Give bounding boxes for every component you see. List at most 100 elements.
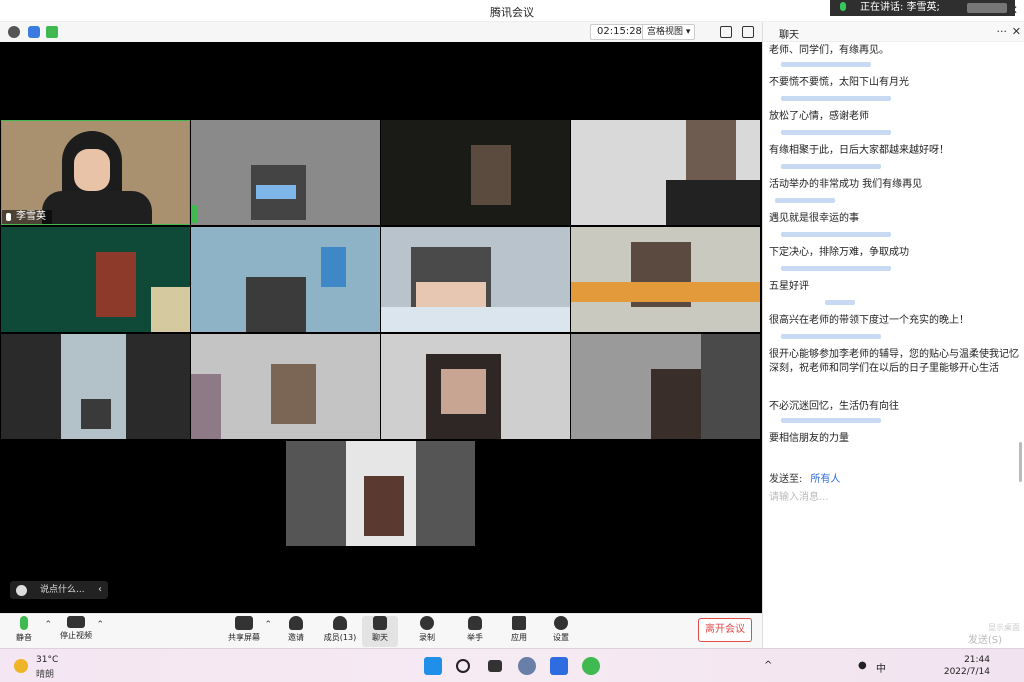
ime-indicator[interactable]: 中 <box>876 660 886 675</box>
gear-icon <box>554 616 568 630</box>
video-tile[interactable] <box>1 227 190 332</box>
video-tile[interactable] <box>381 227 570 332</box>
chat-icon <box>373 616 387 630</box>
send-button[interactable]: 发送(S) <box>968 631 1002 646</box>
chat-scrollbar[interactable] <box>1019 442 1022 482</box>
taskbar: 31°C 晴朗 ^ ● 中 21:44 2022/7/14 <box>0 648 1024 682</box>
chevron-down-icon: ▾ <box>685 27 691 37</box>
record-button[interactable]: 录制 <box>409 616 445 643</box>
settings-app-icon[interactable] <box>518 657 536 675</box>
clock-date: 2022/7/14 <box>943 667 990 677</box>
recipient-selector[interactable]: 所有人 <box>810 474 840 485</box>
video-tile[interactable] <box>571 334 760 439</box>
raise-hand-label: 举手 <box>467 633 483 642</box>
sidebar-toggle-icon[interactable] <box>742 26 754 38</box>
record-label: 录制 <box>419 633 435 642</box>
record-icon <box>420 616 434 630</box>
chat-bubble-input[interactable]: 说点什么... ‹ <box>10 581 108 599</box>
task-view-icon[interactable] <box>488 660 502 672</box>
video-tile[interactable] <box>191 227 380 332</box>
chat-message: 五星好评 <box>769 281 809 292</box>
tray-chevron-icon[interactable]: ^ <box>764 660 772 671</box>
share-screen-icon <box>235 616 253 630</box>
chat-label: 聊天 <box>372 633 388 642</box>
say-placeholder: 说点什么... <box>40 585 85 595</box>
stop-video-button[interactable]: 停止视频 ⌃ <box>58 616 104 641</box>
chat-message: 下定决心，排除万难，争取成功 <box>769 247 909 258</box>
members-label: 成员(13) <box>323 633 357 642</box>
search-icon[interactable] <box>456 659 470 673</box>
leave-meeting-button[interactable]: 离开会议 <box>698 618 752 642</box>
chat-message: 有缘相聚于此，日后大家都越来越好呀！ <box>769 145 949 156</box>
video-tile-speaker[interactable]: 李雪英 <box>1 120 190 225</box>
chat-message: 很开心能够参加李老师的辅导，您的贴心与温柔使我记忆深刻，祝老师和同学们在以后的日… <box>769 349 1019 374</box>
chat-message: 要相信朋友的力量 <box>769 433 849 444</box>
invite-label: 邀请 <box>288 633 304 642</box>
camera-icon <box>67 616 85 628</box>
speaking-indicator: 正在讲话: 李雪英; <box>830 0 1015 16</box>
members-icon <box>333 616 347 630</box>
video-tile[interactable] <box>381 334 570 439</box>
invite-button[interactable]: 邀请 <box>278 616 314 643</box>
chevron-left-icon[interactable]: ‹ <box>98 581 102 599</box>
send-to-row: 发送至: 所有人 <box>769 470 840 485</box>
chat-input[interactable]: 请输入消息... <box>769 488 829 503</box>
speaker-controls[interactable] <box>967 3 1007 13</box>
chat-message: 不要慌不要慌，太阳下山有月光 <box>769 77 909 88</box>
chat-title: 聊天 <box>779 30 799 41</box>
share-label: 共享屏幕 <box>228 633 260 642</box>
apps-icon <box>512 616 526 630</box>
windows-start-icon[interactable] <box>424 657 442 675</box>
microphone-tray-icon[interactable]: ● <box>858 660 867 671</box>
more-icon[interactable]: ··· <box>997 25 1008 38</box>
video-tile[interactable] <box>191 334 380 439</box>
shield-icon[interactable] <box>28 26 40 38</box>
chevron-up-icon[interactable]: ⌃ <box>44 620 52 630</box>
view-selector[interactable]: 宫格视图 ▾ <box>642 24 696 40</box>
view-label: 宫格视图 <box>647 27 684 37</box>
stop-video-label: 停止视频 <box>60 631 92 640</box>
video-tile[interactable] <box>191 120 380 225</box>
mic-icon <box>840 2 846 11</box>
apps-button[interactable]: 应用 <box>501 616 537 643</box>
mute-label: 静音 <box>16 633 32 642</box>
emoji-icon[interactable] <box>16 585 27 596</box>
apps-label: 应用 <box>511 633 527 642</box>
settings-button[interactable]: 设置 <box>543 616 579 643</box>
close-icon[interactable]: ✕ <box>1012 25 1021 38</box>
chat-panel: 聊天 ··· ✕ 老师、同学们，有缘再见。 不要慌不要慌，太阳下山有月光 放松了… <box>762 22 1024 648</box>
chat-message: 很高兴在老师的带领下度过一个充实的晚上！ <box>769 315 969 326</box>
raise-hand-button[interactable]: 举手 <box>457 616 493 643</box>
chat-button[interactable]: 聊天 <box>362 616 398 647</box>
meeting-toolbar: 静音 ⌃ 停止视频 ⌃ 共享屏幕 ⌃ 邀请 成员(13) 聊天 录制 举手 应用… <box>0 613 762 648</box>
mic-icon <box>20 616 28 630</box>
chat-header: 聊天 ··· ✕ <box>763 22 1024 42</box>
meeting-top-toolbar: 02:15:28 宫格视图 ▾ <box>0 22 762 42</box>
tencent-meeting-icon[interactable] <box>550 657 568 675</box>
video-tile[interactable] <box>286 441 475 546</box>
close-icon[interactable]: ✕ <box>1008 3 1018 17</box>
moon-icon <box>14 659 28 673</box>
add-user-icon <box>289 616 303 630</box>
title-bar: 腾讯会议 正在讲话: 李雪英; ✕ <box>0 0 1024 22</box>
chevron-up-icon[interactable]: ⌃ <box>96 620 104 630</box>
mute-button[interactable]: 静音 ⌃ <box>6 616 52 643</box>
system-clock[interactable]: 21:44 2022/7/14 <box>944 654 990 678</box>
video-tile[interactable] <box>571 227 760 332</box>
chat-message: 老师、同学们，有缘再见。 <box>769 45 889 56</box>
chat-message: 不必沉迷回忆，生活仍有向往 <box>769 401 899 412</box>
hand-icon <box>468 616 482 630</box>
wechat-icon[interactable] <box>582 657 600 675</box>
fullscreen-icon[interactable] <box>720 26 732 38</box>
chevron-up-icon[interactable]: ⌃ <box>264 620 272 630</box>
signal-icon[interactable] <box>46 26 58 38</box>
share-screen-button[interactable]: 共享屏幕 ⌃ <box>226 616 272 643</box>
video-tile[interactable] <box>381 120 570 225</box>
chat-message: 遇见就是很幸运的事 <box>769 213 859 224</box>
video-tile[interactable] <box>1 334 190 439</box>
members-button[interactable]: 成员(13) <box>320 616 360 643</box>
participant-name: 李雪英 <box>2 210 52 224</box>
info-icon[interactable] <box>8 26 20 38</box>
video-tile[interactable] <box>571 120 760 225</box>
speaking-label: 正在讲话: 李雪英; <box>860 2 940 13</box>
